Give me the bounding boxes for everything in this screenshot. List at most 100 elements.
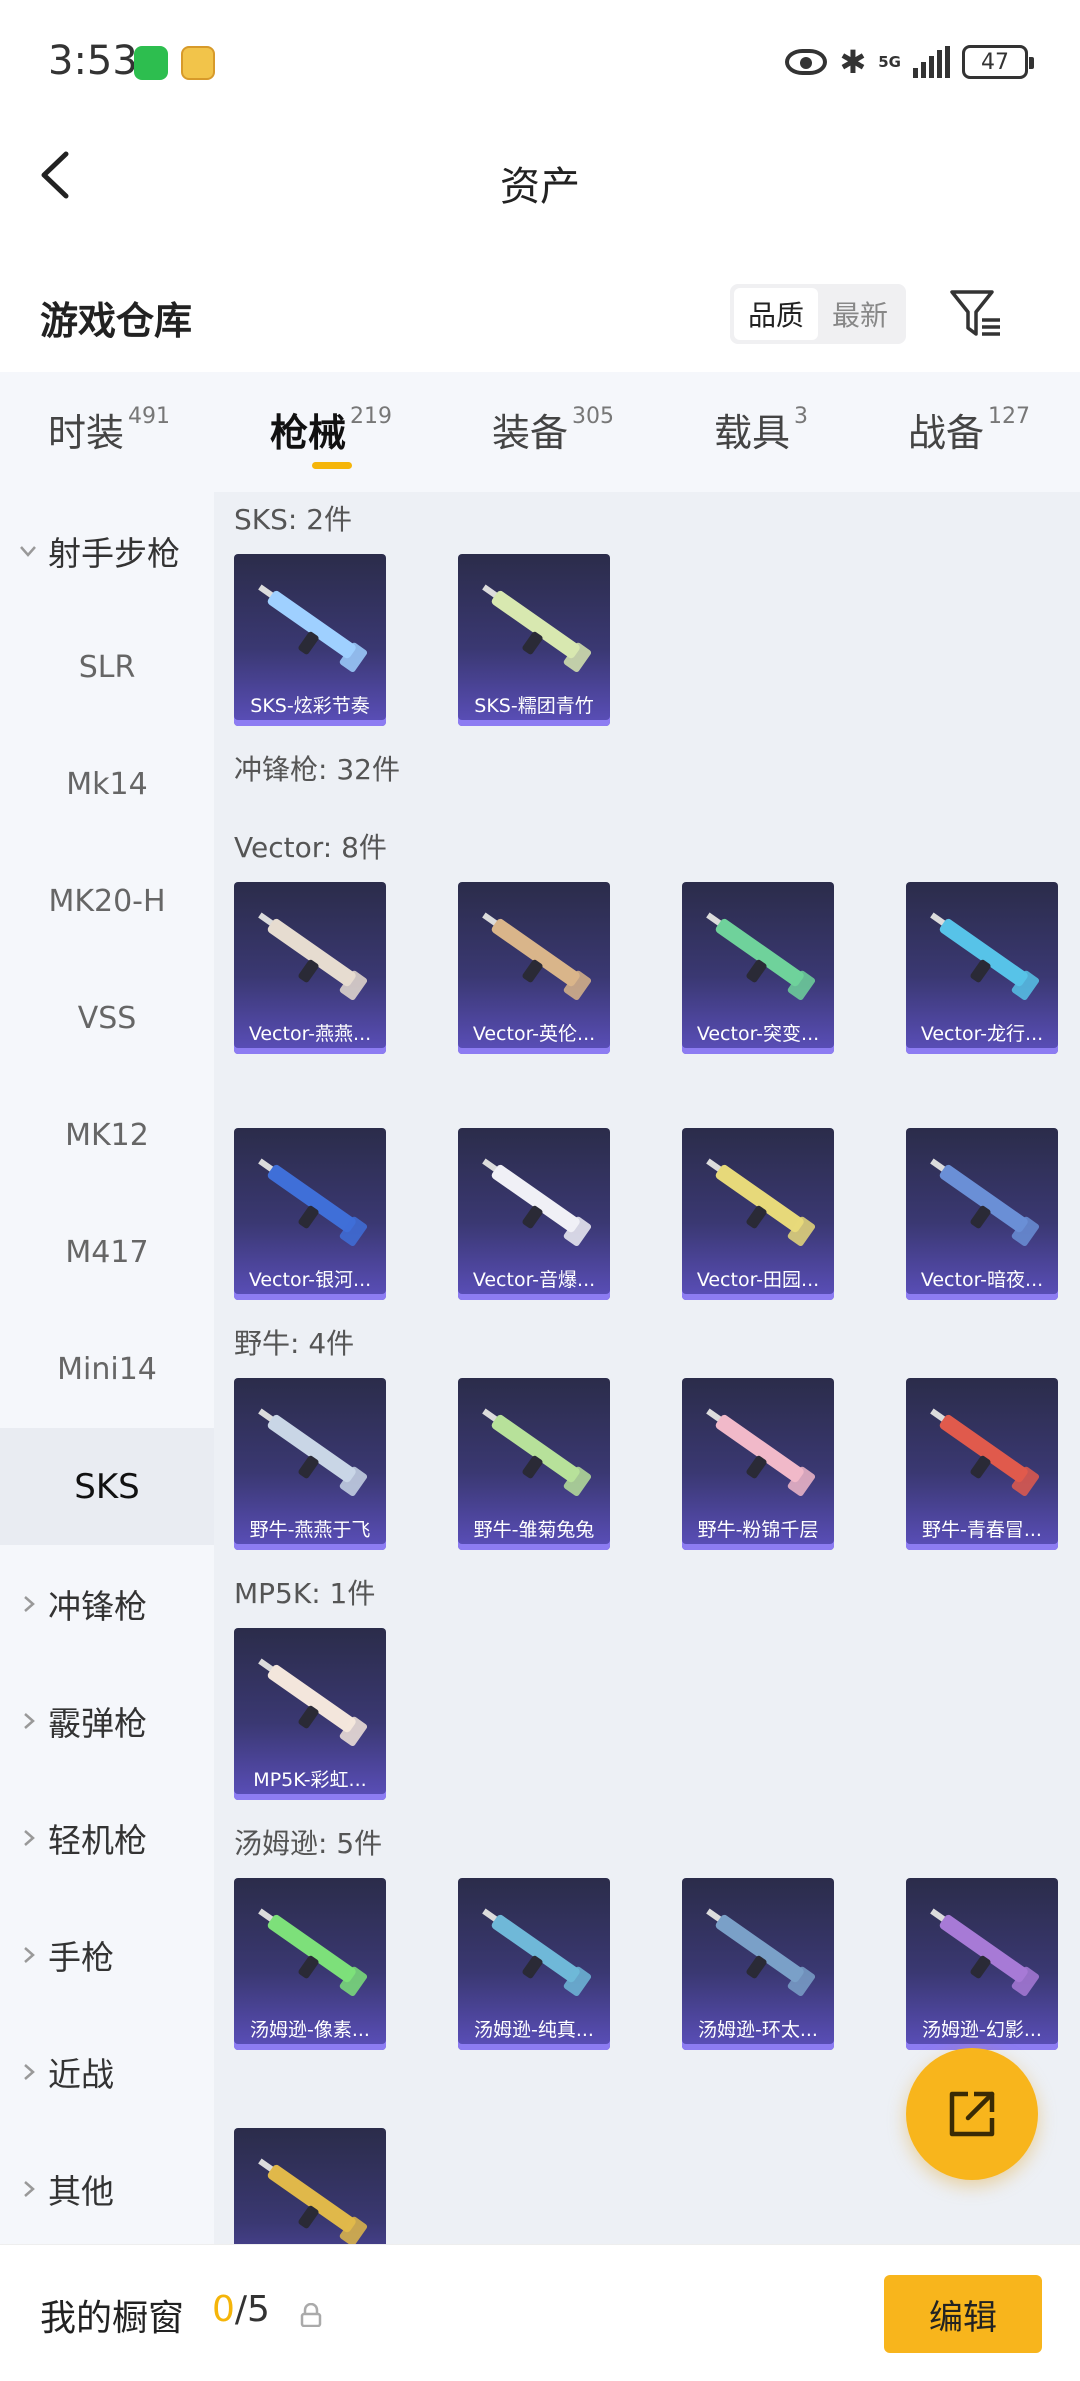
sidebar-category-marksman[interactable]: 射手步枪 [0, 492, 214, 609]
weapon-item-card[interactable]: Vector-银河... [234, 1128, 386, 1300]
weapon-item-card[interactable]: Vector-燕燕... [234, 882, 386, 1054]
showcase-current: 0 [212, 2289, 235, 2330]
weapon-skin-image [930, 912, 1040, 1001]
weapon-item-name: 汤姆逊-幻影... [922, 2019, 1042, 2041]
tab-vehicles[interactable]: 载具 3 [714, 402, 808, 457]
sidebar-item-m417[interactable]: M417 [0, 1194, 214, 1311]
weapon-item-name: Vector-暗夜... [920, 1269, 1044, 1291]
weapon-item-name: Vector-突变... [696, 1023, 820, 1045]
filter-icon[interactable] [948, 286, 1004, 342]
showcase-count: 0/5 [212, 2289, 270, 2330]
weapon-item-name: Vector-龙行... [920, 1023, 1044, 1045]
weapon-skin-image [930, 1408, 1040, 1497]
weapon-skin-image [706, 1408, 816, 1497]
weapon-item-card[interactable]: 野牛-青春冒... [906, 1378, 1058, 1550]
category-tabs: 时装 491 枪械 219 装备 305 载具 3 战备 127 [0, 372, 1080, 492]
sidebar-item-slr[interactable]: SLR [0, 609, 214, 726]
signal-icon [913, 46, 950, 78]
chevron-down-icon [20, 545, 36, 557]
weapon-item-name: SKS-糯团青竹 [474, 695, 594, 717]
active-tab-indicator [312, 462, 352, 469]
weapon-item-card[interactable]: SKS-糯团青竹 [458, 554, 610, 726]
weapon-item-name: MP5K-彩虹... [253, 1769, 367, 1791]
weapon-item-card[interactable]: MP5K-彩虹... [234, 1628, 386, 1800]
weapon-skin-image [482, 912, 592, 1001]
weapon-item-card[interactable]: 野牛-雏菊兔兔 [458, 1378, 610, 1550]
status-icons: ✱ 5G 47 [785, 40, 1034, 84]
sidebar-category-melee[interactable]: 近战 [0, 2013, 214, 2130]
section-label: MP5K: 1件 [234, 1577, 376, 1610]
tab-count: 491 [128, 404, 171, 429]
weapon-item-card[interactable]: SKS-炫彩节奏 [234, 554, 386, 726]
tab-count: 219 [350, 404, 393, 429]
tab-fashion[interactable]: 时装 491 [48, 402, 170, 457]
sidebar-category-label: 近战 [48, 2054, 114, 2094]
chevron-right-icon [24, 2180, 35, 2197]
weapon-item-name: 汤姆逊-像素... [250, 2019, 370, 2041]
tab-supplies[interactable]: 战备 127 [908, 402, 1030, 457]
tab-firearms[interactable]: 枪械 219 [270, 402, 392, 457]
bluetooth-icon: ✱ [839, 43, 867, 81]
tab-label: 枪械 [270, 411, 347, 455]
sidebar-category-smg[interactable]: 冲锋枪 [0, 1545, 214, 1662]
weapon-item-card[interactable]: Vector-英伦... [458, 882, 610, 1054]
sort-toggle: 品质 最新 [730, 284, 906, 344]
weapon-item-card[interactable]: Vector-田园... [682, 1128, 834, 1300]
weapon-grid-panel: SKS: 2件 冲锋枪: 32件 Vector: 8件 野牛: 4件 MP5K:… [214, 492, 1080, 2244]
weapon-skin-image [706, 1158, 816, 1247]
weapon-item-card[interactable]: 野牛-粉锦千层 [682, 1378, 834, 1550]
page-header: 资产 [0, 120, 1080, 230]
sidebar-category-other[interactable]: 其他 [0, 2130, 214, 2247]
status-bar: 3:53 ✱ 5G 47 [0, 0, 1080, 120]
sidebar-item-mk14[interactable]: Mk14 [0, 726, 214, 843]
weapon-item-card[interactable]: 野牛-燕燕于飞 [234, 1378, 386, 1550]
section-label: Vector: 8件 [234, 831, 387, 864]
weapon-item-name: SKS-炫彩节奏 [250, 695, 370, 717]
sidebar-item-mk20h[interactable]: MK20-H [0, 843, 214, 960]
status-time: 3:53 [48, 38, 138, 84]
sidebar-category-shotgun[interactable]: 霰弹枪 [0, 1662, 214, 1779]
tab-equipment[interactable]: 装备 305 [492, 402, 614, 457]
weapon-item-card[interactable]: 汤姆逊-像素... [234, 1878, 386, 2050]
weapon-item-name: Vector-田园... [696, 1269, 820, 1291]
weapon-item-name: Vector-音爆... [472, 1269, 596, 1291]
weapon-item-card[interactable]: Vector-突变... [682, 882, 834, 1054]
chevron-right-icon [24, 1946, 35, 1963]
weapon-item-card[interactable]: Vector-音爆... [458, 1128, 610, 1300]
weapon-item-card[interactable]: Vector-暗夜... [906, 1128, 1058, 1300]
weapon-item-card[interactable]: Vector-龙行... [906, 882, 1058, 1054]
sidebar-category-label: 手枪 [48, 1937, 114, 1977]
weapon-skin-image [482, 584, 592, 673]
sidebar-item-mini14[interactable]: Mini14 [0, 1311, 214, 1428]
warehouse-title: 游戏仓库 [40, 299, 193, 343]
share-float-button[interactable] [906, 2048, 1038, 2180]
section-label: 野牛: 4件 [234, 1327, 355, 1360]
sidebar-item-vss[interactable]: VSS [0, 960, 214, 1077]
weapon-item-name: 汤姆逊-纯真... [474, 2019, 594, 2041]
sidebar-category-pistol[interactable]: 手枪 [0, 1896, 214, 2013]
section-label: SKS: 2件 [234, 503, 353, 536]
weapon-skin-image [258, 1908, 368, 1997]
weapon-item-card[interactable]: 汤姆逊-幻影... [906, 1878, 1058, 2050]
sidebar-item-mk12[interactable]: MK12 [0, 1077, 214, 1194]
sort-quality-option[interactable]: 品质 [734, 288, 818, 340]
battery-icon: 47 [962, 45, 1034, 79]
network-type-label: 5G [878, 52, 901, 71]
weapon-skin-image [706, 1908, 816, 1997]
weapon-item-card[interactable]: 汤姆逊-纯真... [458, 1878, 610, 2050]
weapon-item-card[interactable] [234, 2128, 386, 2244]
sidebar-item-sks[interactable]: SKS [0, 1428, 214, 1545]
section-label: 冲锋枪: 32件 [234, 753, 400, 786]
weapon-skin-image [482, 1908, 592, 1997]
weapon-skin-image [258, 912, 368, 1001]
tab-label: 战备 [908, 411, 985, 455]
sidebar-category-lmg[interactable]: 轻机枪 [0, 1779, 214, 1896]
weapon-item-card[interactable]: 汤姆逊-环太... [682, 1878, 834, 2050]
edit-button[interactable]: 编辑 [884, 2275, 1042, 2353]
showcase-label: 我的橱窗 [40, 2298, 185, 2339]
tab-label: 装备 [492, 411, 569, 455]
wechat-notification-icon [134, 46, 168, 80]
weapon-skin-image [930, 1158, 1040, 1247]
sort-latest-option[interactable]: 最新 [818, 288, 902, 340]
weapon-skin-image [258, 1158, 368, 1247]
